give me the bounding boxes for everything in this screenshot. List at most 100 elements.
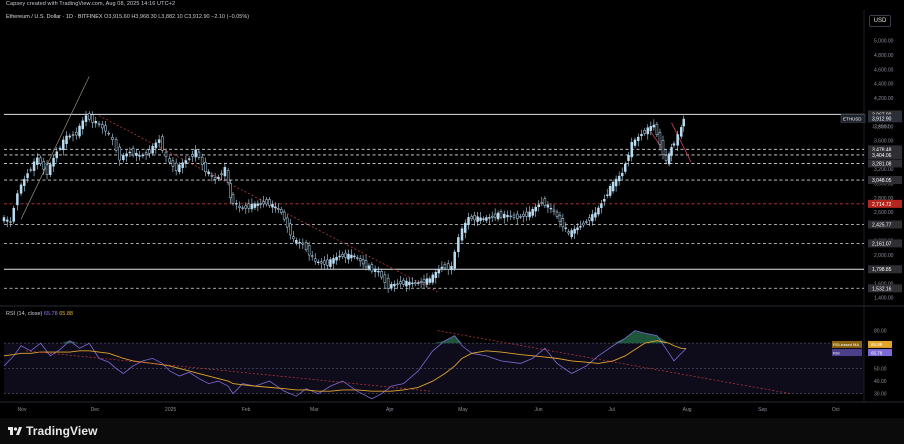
candle-body [473,215,476,221]
candle-body [488,217,491,219]
candle-body [416,282,420,284]
candle-body [630,142,633,158]
candle-body [181,162,184,168]
candle-body [282,211,286,220]
candle-body [402,279,405,285]
candle-body [329,259,332,267]
candle-body [138,155,141,157]
candle-body [289,223,292,236]
candle-body [614,178,618,187]
candle-body [154,142,158,149]
candle-body [377,270,380,273]
candle-body [585,221,588,223]
candle-body [364,260,368,268]
candle-body [244,205,248,209]
candle-body [253,203,257,208]
price-tick-label: 4,800.00 [874,53,894,59]
candle-body [310,255,314,257]
candle-body [5,219,9,222]
candle-body [573,228,576,234]
candle-body [509,215,512,218]
candle-body [207,171,210,175]
candle-body [446,263,450,270]
candle-body [600,203,603,208]
candle-body [204,162,207,173]
candle-body [241,207,245,209]
candle-body [617,175,621,182]
candle-body [42,161,46,170]
candle-body [652,124,656,128]
candle-body [457,237,460,252]
candle-body [97,123,101,126]
price-tick-label: 3,200.00 [874,167,894,173]
candle-body [223,167,227,177]
candle-body [399,281,402,285]
candle-body [667,153,671,165]
price-tick-label: 2,600.00 [874,210,894,216]
candle-body [576,227,579,231]
candle-body [347,253,350,260]
rsi-tick-label: 80.00 [874,329,887,335]
candle-body [107,132,111,135]
candle-body [274,206,277,209]
candle-body [55,151,59,159]
candle-body [396,283,399,285]
candle-body [171,160,175,167]
candle-body [405,280,408,287]
candle-body [608,185,612,196]
candle-body [114,139,118,151]
candle-body [476,216,479,222]
candle-body [84,115,88,122]
rsi-value-label: 65.88 [871,342,883,347]
candle-body [125,153,128,157]
candle-body [213,177,217,180]
brand-name: TradingView [26,424,98,438]
candle-body [623,163,627,172]
candle-body [323,260,326,265]
tradingview-logo-icon [8,427,22,435]
candle-body [422,279,426,284]
candle-body [131,147,135,156]
candle-body [197,151,201,158]
candle-body [298,241,301,244]
candle-body [555,211,559,217]
candle-body [12,207,15,222]
candle-body [217,176,220,179]
candle-body [9,221,12,223]
candle-body [594,212,597,218]
candle-body [29,169,33,171]
candle-body [485,217,488,221]
ascending-trendline [20,76,90,220]
ohlc-values: O3,915.60 H3,968.30 L3,882.10 C3,912.90 … [104,14,250,20]
level-label: 2,425.77 [872,222,892,228]
candle-body [122,155,125,161]
candle-body [437,269,441,274]
candle-body [620,172,624,177]
candle-body [546,204,550,208]
candle-body [75,131,78,136]
candle-body [265,199,268,205]
rsi-title: RSI (14, close) [6,311,43,317]
candle-body [390,283,393,289]
candle-body [643,130,646,134]
time-tick-label: Feb [242,407,251,413]
price-chart[interactable]: 5,000.00 4,800.00 4,600.00 4,400.00 4,200.00… [0,0,904,418]
candle-body [453,251,456,269]
level-label: 3,404.06 [872,153,892,159]
candle-body [537,204,541,208]
candle-body [502,213,506,219]
candle-body [558,214,562,222]
candle-body [482,218,485,220]
candle-body [640,134,643,137]
candle-body [101,124,104,129]
candle-body [582,222,585,226]
candle-body [271,203,274,208]
candle-body [307,245,311,256]
candle-body [380,271,383,278]
candle-body [174,162,178,172]
candle-body [326,259,329,266]
candle-body [135,152,138,156]
candle-body [460,228,464,241]
tradingview-brand[interactable]: TradingView [8,424,98,438]
rsi-name-label: RSI [833,350,840,355]
